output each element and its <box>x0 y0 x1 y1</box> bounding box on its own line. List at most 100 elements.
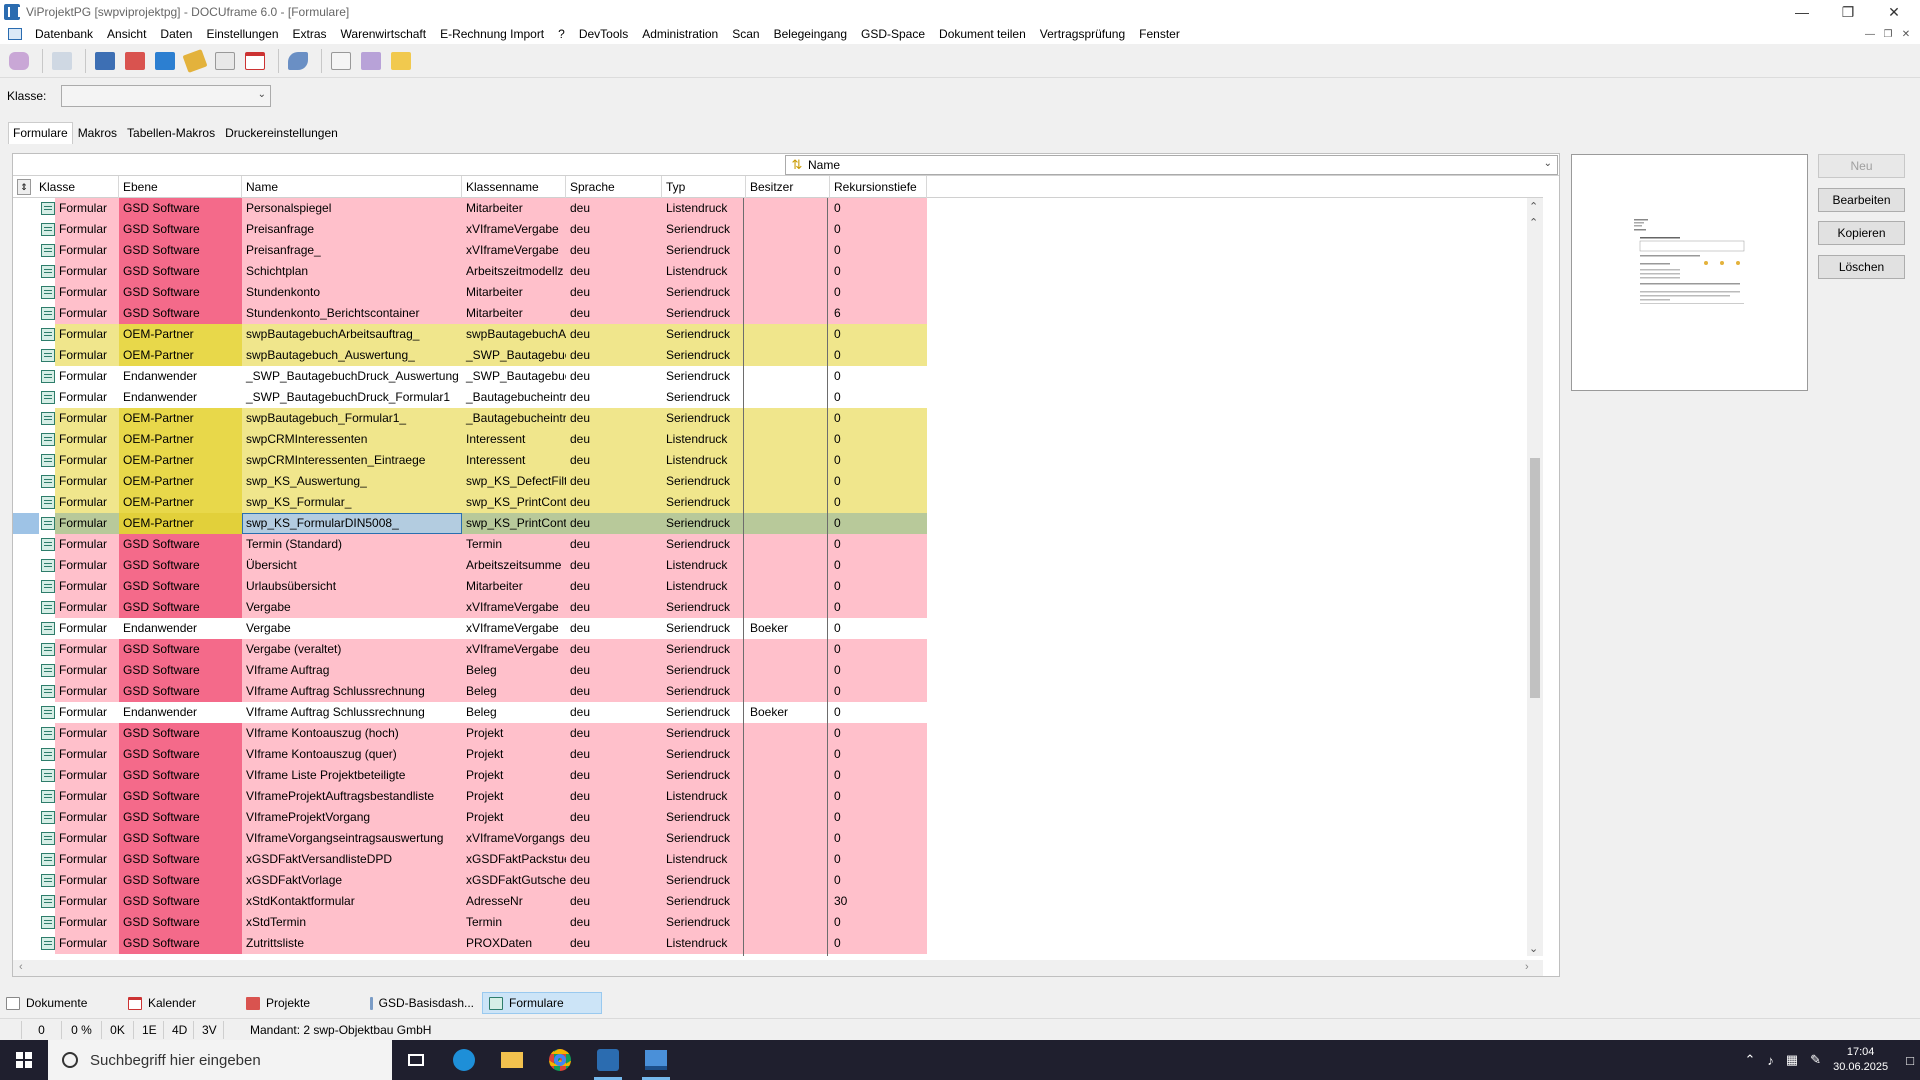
menu-help[interactable]: ? <box>551 27 572 41</box>
projects-toolbar-button[interactable] <box>122 48 148 74</box>
scroll-top-icon[interactable]: ⌃ <box>1529 200 1538 213</box>
restore-button[interactable]: ❐ <box>1825 0 1871 24</box>
table-row[interactable]: Formular GSD Software Zutrittsliste PROXDat… <box>13 933 1543 954</box>
tag-button[interactable] <box>182 48 208 74</box>
table-row[interactable]: Formular GSD Software xGSDFaktVorlage xGSDF… <box>13 870 1543 891</box>
column-header-besitzer[interactable]: Besitzer <box>746 176 830 198</box>
table-row[interactable]: Formular GSD Software Vergabe (veraltet) xV… <box>13 639 1543 660</box>
taskbar-search[interactable]: Suchbegriff hier eingeben <box>48 1040 392 1080</box>
tab-druckereinstellungen[interactable]: Druckereinstellungen <box>220 122 343 144</box>
table-row[interactable]: Formular GSD Software VIframe Kontoauszug … <box>13 723 1543 744</box>
table-row[interactable]: Formular GSD Software Personalspiegel Mitar… <box>13 198 1543 219</box>
table-row[interactable]: Formular Endanwender _SWP_BautagebuchDruck… <box>13 387 1543 408</box>
scroll-right-icon[interactable]: › <box>1525 961 1529 973</box>
table-row[interactable]: Formular GSD Software Vergabe xVIframeVerga… <box>13 597 1543 618</box>
table-row[interactable]: Formular GSD Software Termin (Standard) Ter… <box>13 534 1543 555</box>
table-row[interactable]: Formular GSD Software VIframe Auftrag Beleg… <box>13 660 1543 681</box>
table-row[interactable]: Formular GSD Software Schichtplan Arbeitsze… <box>13 261 1543 282</box>
menu-gsd-space[interactable]: GSD-Space <box>854 27 932 41</box>
column-header-rekursionstiefe[interactable]: Rekursionstiefe <box>830 176 927 198</box>
delete-button[interactable]: Löschen <box>1818 255 1905 279</box>
scroll-left-icon[interactable]: ‹ <box>19 961 23 973</box>
vertical-scrollbar[interactable]: ⌃ ⌃ ⌄ ⌄ <box>1527 198 1543 956</box>
tab-tabellen-makros[interactable]: Tabellen-Makros <box>122 122 220 144</box>
table-row[interactable]: Formular GSD Software Stundenkonto_Bericht… <box>13 303 1543 324</box>
table-row[interactable]: Formular OEM-Partner swpBautagebuch_Auswer… <box>13 345 1543 366</box>
tab-formulare[interactable]: Formulare <box>8 122 73 144</box>
menu-dokument-teilen[interactable]: Dokument teilen <box>932 27 1033 41</box>
table-row[interactable]: Formular OEM-Partner swpCRMInteressenten In… <box>13 429 1543 450</box>
table-row[interactable]: Formular GSD Software VIframe Liste Projek… <box>13 765 1543 786</box>
scroll-up-icon[interactable]: ⌃ <box>1529 216 1538 229</box>
scrollbar-thumb[interactable] <box>1530 458 1540 698</box>
tab-makros[interactable]: Makros <box>73 122 122 144</box>
book-button[interactable] <box>152 48 178 74</box>
table-row[interactable]: Formular GSD Software Preisanfrage_ xVIfram… <box>13 240 1543 261</box>
table-row[interactable]: Formular GSD Software Preisanfrage xVIframe… <box>13 219 1543 240</box>
phone-button[interactable] <box>285 48 311 74</box>
calendar-toolbar-button[interactable] <box>242 48 268 74</box>
chevron-up-icon[interactable]: ⌃ <box>1744 1052 1755 1068</box>
column-header-name[interactable]: Name <box>242 176 462 198</box>
table-row[interactable]: Formular GSD Software VIframeProjektAuftra… <box>13 786 1543 807</box>
menu-devtools[interactable]: DevTools <box>572 27 635 41</box>
table-row[interactable]: Formular OEM-Partner swp_KS_FormularDIN500… <box>13 513 1543 534</box>
table-row[interactable]: Formular GSD Software xGSDFaktVersandliste… <box>13 849 1543 870</box>
table-row[interactable]: Formular GSD Software VIframeProjektVorgan… <box>13 807 1543 828</box>
horizontal-scrollbar[interactable]: ‹ › <box>13 960 1543 976</box>
doc-tab-kalender[interactable]: Kalender <box>122 992 240 1014</box>
chrome-button[interactable] <box>536 1040 584 1080</box>
menu-warenwirtschaft[interactable]: Warenwirtschaft <box>334 27 434 41</box>
column-header-typ[interactable]: Typ <box>662 176 746 198</box>
documents-toolbar-button[interactable] <box>212 48 238 74</box>
mdi-close-button[interactable]: ✕ <box>1898 27 1914 41</box>
docuframe-taskbar-button[interactable] <box>584 1040 632 1080</box>
menu-extras[interactable]: Extras <box>286 27 334 41</box>
doc-tab-dokumente[interactable]: Dokumente <box>0 992 122 1014</box>
column-header-klassenname[interactable]: Klassenname <box>462 176 566 198</box>
new-document-button[interactable] <box>328 48 354 74</box>
mdi-minimize-button[interactable]: — <box>1862 27 1878 41</box>
table-row[interactable]: Formular OEM-Partner swp_KS_Auswertung_ swp… <box>13 471 1543 492</box>
table-row[interactable]: Formular GSD Software xStdTermin Termin deu S… <box>13 912 1543 933</box>
database-button[interactable] <box>6 48 32 74</box>
sort-field-select[interactable]: ⇅ Name ⌄ <box>785 155 1558 175</box>
menu-ansicht[interactable]: Ansicht <box>100 27 153 41</box>
mail-button[interactable] <box>358 48 384 74</box>
table-row[interactable]: Formular Endanwender Vergabe xVIframeVergab… <box>13 618 1543 639</box>
table-row[interactable]: Formular GSD Software Stundenkonto Mitarbei… <box>13 282 1543 303</box>
menu-scan[interactable]: Scan <box>725 27 766 41</box>
column-chooser-button[interactable]: ⇕ <box>17 179 31 195</box>
table-row[interactable]: Formular GSD Software Übersicht Arbeitszeit… <box>13 555 1543 576</box>
doc-tab-projekte[interactable]: Projekte <box>240 992 364 1014</box>
table-row[interactable]: Formular Endanwender _SWP_BautagebuchDruck… <box>13 366 1543 387</box>
table-row[interactable]: Formular Endanwender VIframe Auftrag Schlu… <box>13 702 1543 723</box>
print-button[interactable] <box>49 48 75 74</box>
menu-administration[interactable]: Administration <box>635 27 725 41</box>
notification-icon[interactable]: □ <box>1906 1053 1914 1068</box>
klasse-select[interactable]: ⌄ <box>61 85 271 107</box>
table-row[interactable]: Formular GSD Software VIframeVorgangseintr… <box>13 828 1543 849</box>
start-button[interactable] <box>0 1040 48 1080</box>
edge-button[interactable] <box>440 1040 488 1080</box>
mdi-window-icon[interactable] <box>8 28 22 40</box>
menu-daten[interactable]: Daten <box>153 27 199 41</box>
copy-button[interactable]: Kopieren <box>1818 221 1905 245</box>
mail-inbox-button[interactable] <box>388 48 414 74</box>
viframe-taskbar-button[interactable] <box>632 1040 680 1080</box>
menu-datenbank[interactable]: Datenbank <box>28 27 100 41</box>
menu-e-rechnung-import[interactable]: E-Rechnung Import <box>433 27 551 41</box>
menu-fenster[interactable]: Fenster <box>1132 27 1187 41</box>
speaker-icon[interactable]: ♪ <box>1767 1053 1774 1068</box>
column-header-ebene[interactable]: Ebene <box>119 176 242 198</box>
new-button[interactable]: Neu <box>1818 154 1905 178</box>
file-explorer-button[interactable] <box>488 1040 536 1080</box>
table-row[interactable]: Formular GSD Software VIframe Kontoauszug … <box>13 744 1543 765</box>
scroll-down-icon[interactable]: ⌄ <box>1529 942 1538 955</box>
table-row[interactable]: Formular OEM-Partner swpBautagebuchArbeits… <box>13 324 1543 345</box>
menu-belegeingang[interactable]: Belegeingang <box>767 27 854 41</box>
pen-icon[interactable]: ✎ <box>1810 1052 1821 1068</box>
network-icon[interactable]: ▦ <box>1786 1052 1798 1068</box>
menu-einstellungen[interactable]: Einstellungen <box>199 27 285 41</box>
clock[interactable]: 17:04 30.06.2025 <box>1833 1045 1888 1075</box>
